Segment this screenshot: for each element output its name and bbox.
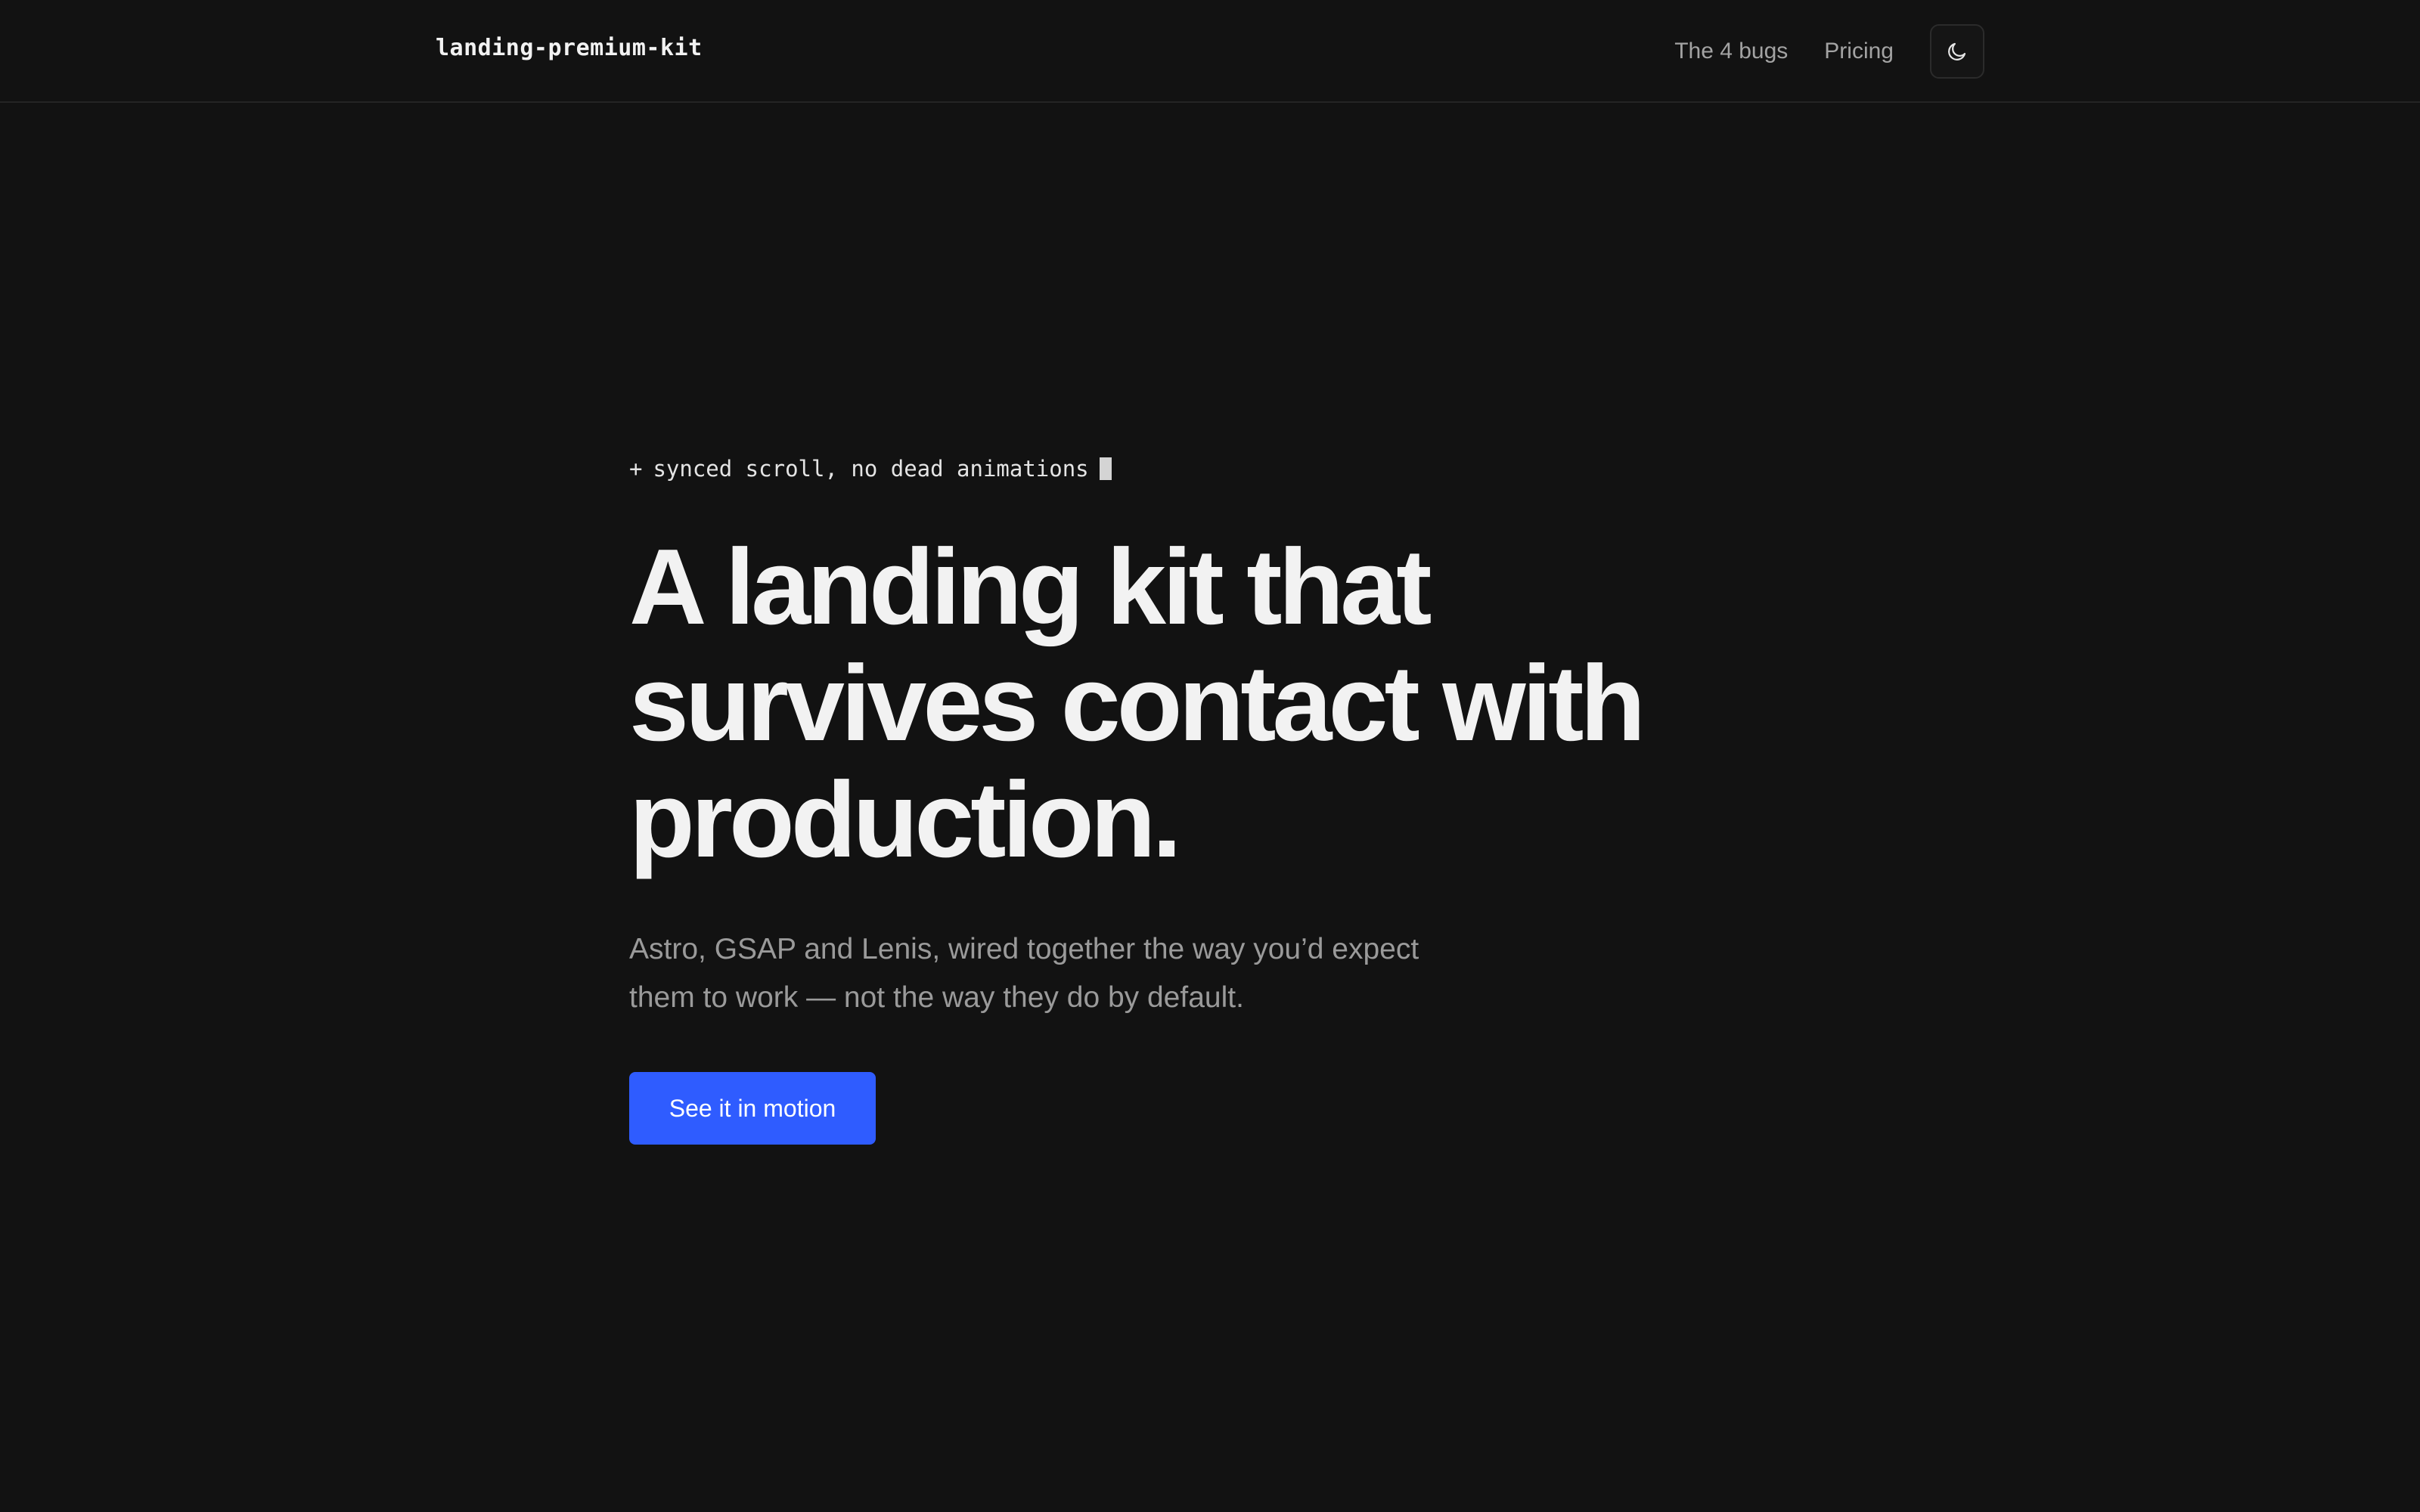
terminal-cursor-icon [1099, 457, 1112, 480]
brand-logo-link[interactable]: landing-premium-kit [436, 33, 703, 64]
nav-link-pricing[interactable]: Pricing [1824, 39, 1894, 64]
hero-eyebrow: + synced scroll, no dead animations [629, 452, 1112, 485]
hero-lede: Astro, GSAP and Lenis, wired together th… [629, 925, 1476, 1022]
nav-link-the-4-bugs[interactable]: The 4 bugs [1674, 39, 1788, 64]
headline-line-1: A landing kit that [629, 527, 1432, 647]
theme-toggle-button[interactable] [1930, 24, 1984, 79]
main-nav: The 4 bugs Pricing [1674, 24, 1984, 79]
see-it-in-motion-button[interactable]: See it in motion [629, 1072, 876, 1145]
lede-line-1: Astro, GSAP and Lenis, wired together th… [629, 933, 1419, 965]
top-navigation-bar: landing-premium-kit The 4 bugs Pricing [0, 0, 2420, 103]
lede-line-2: them to work — not the way they do by de… [629, 981, 1244, 1014]
moon-icon [1948, 42, 1966, 60]
eyebrow-plus-icon: + [629, 456, 643, 482]
hero-headline: A landing kit that survives contact with… [629, 529, 1748, 878]
headline-line-3: production. [629, 760, 1182, 880]
eyebrow-text: synced scroll, no dead animations [653, 456, 1089, 482]
headline-line-2: survives contact with [629, 643, 1646, 764]
